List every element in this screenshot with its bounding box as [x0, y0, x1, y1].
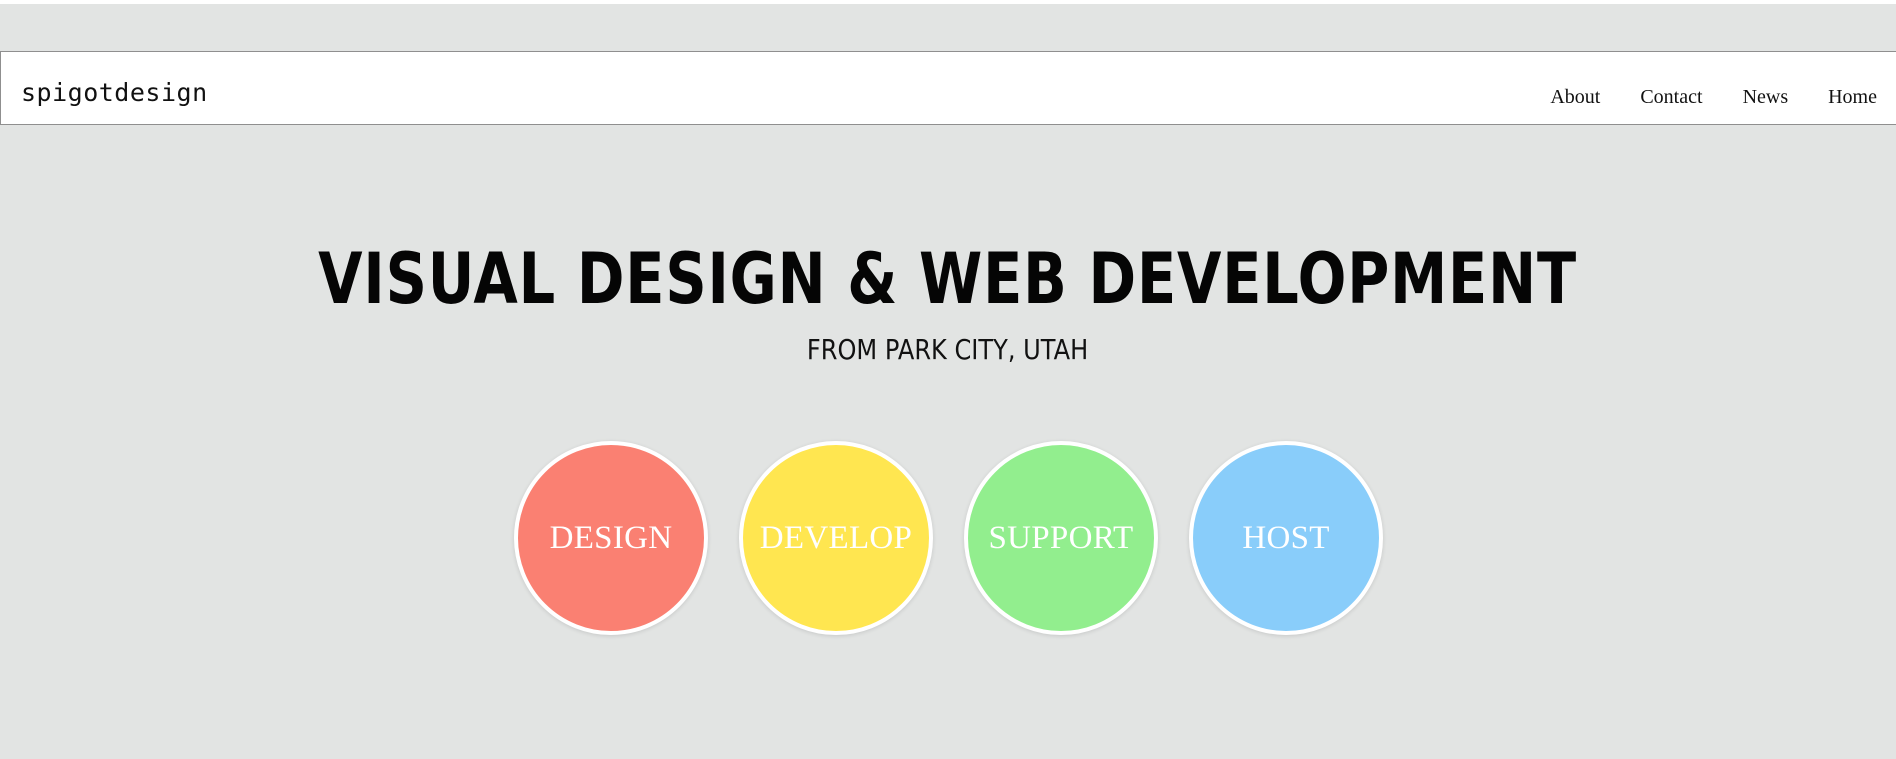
hero-headline: VISUAL DESIGN & WEB DEVELOPMENT: [0, 229, 1896, 329]
main-navigation: About Contact News Home: [1510, 86, 1877, 109]
brand-logo-link[interactable]: spigotdesign: [21, 78, 208, 107]
hero-headline-text: VISUAL DESIGN & WEB DEVELOPMENT: [318, 237, 1578, 320]
nav-news-link[interactable]: News: [1743, 86, 1789, 109]
navbar: spigotdesign About Contact News Home: [0, 51, 1896, 125]
host-service-circle[interactable]: HOST: [1189, 441, 1383, 635]
support-service-circle[interactable]: SUPPORT: [964, 441, 1158, 635]
develop-service-circle[interactable]: DEVELOP: [739, 441, 933, 635]
develop-service-label: DEVELOP: [759, 519, 913, 556]
nav-home-link[interactable]: Home: [1828, 86, 1877, 109]
design-service-label: DESIGN: [549, 519, 673, 556]
support-service-label: SUPPORT: [988, 519, 1134, 556]
host-service-label: HOST: [1242, 519, 1330, 556]
nav-about-link[interactable]: About: [1550, 86, 1600, 109]
service-circles: DESIGN DEVELOP SUPPORT HOST: [514, 441, 1386, 641]
design-service-circle[interactable]: DESIGN: [514, 441, 708, 635]
page: spigotdesign About Contact News Home VIS…: [0, 0, 1896, 759]
hero-subheadline-text: FROM PARK CITY, UTAH: [807, 333, 1089, 366]
hero-subheadline: FROM PARK CITY, UTAH: [0, 330, 1896, 370]
nav-contact-link[interactable]: Contact: [1640, 86, 1702, 109]
